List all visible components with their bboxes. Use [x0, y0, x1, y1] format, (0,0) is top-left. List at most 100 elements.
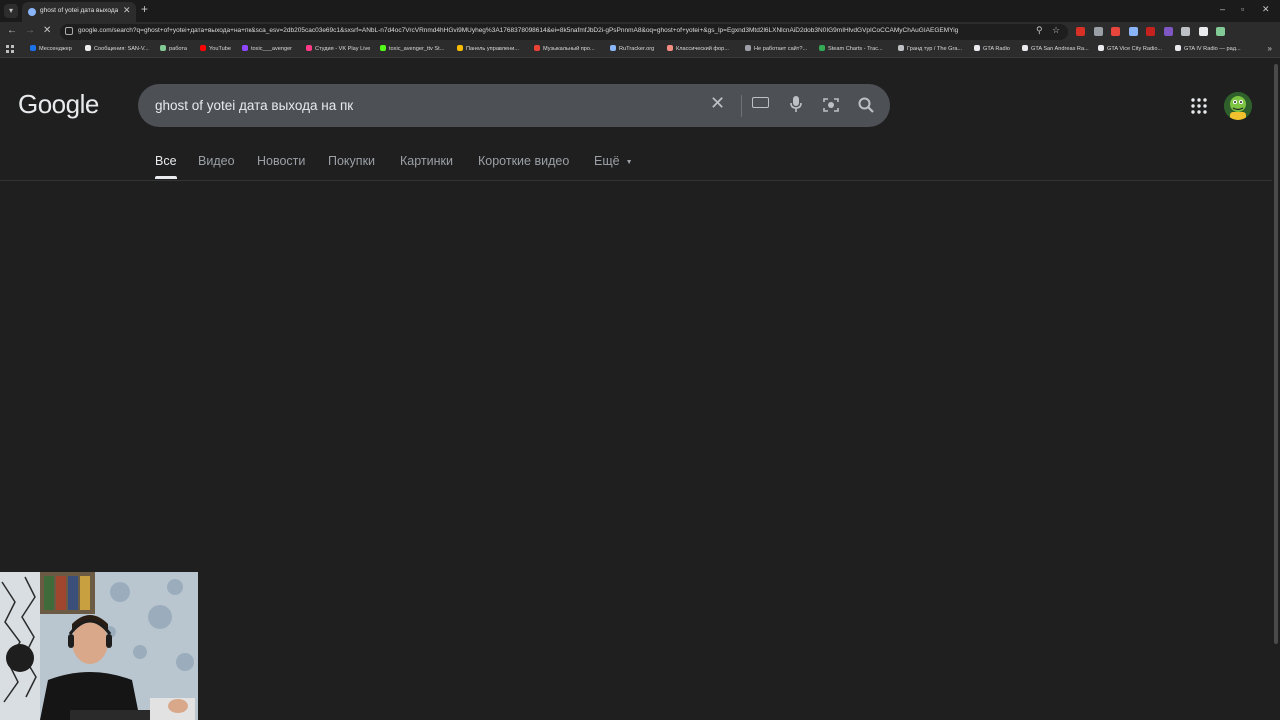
- tab-all[interactable]: Все: [155, 154, 177, 168]
- active-tab-indicator: [155, 176, 177, 179]
- webcam-image: [0, 572, 198, 720]
- search-input[interactable]: ghost of yotei дата выхода на пк: [155, 98, 353, 113]
- apps-grid-icon[interactable]: [6, 45, 14, 53]
- chevron-down-icon: ▼: [625, 159, 633, 166]
- lens-camera-icon[interactable]: [822, 96, 840, 114]
- tab-news[interactable]: Новости: [257, 154, 305, 168]
- bookmark-item[interactable]: Не работает сайт?...: [745, 45, 807, 52]
- bookmark-label: Гранд тур / The Gra...: [907, 46, 963, 52]
- bookmark-item[interactable]: RuTracker.org: [610, 45, 654, 52]
- bookmark-favicon-icon: [819, 45, 825, 51]
- bookmark-item[interactable]: GTA IV Radio — рад...: [1175, 45, 1241, 52]
- tab-short-videos[interactable]: Короткие видео: [478, 154, 569, 168]
- bookmark-item[interactable]: Музыкальный про...: [534, 45, 595, 52]
- scrollbar-thumb[interactable]: [1274, 64, 1278, 644]
- bookmark-favicon-icon: [610, 45, 616, 51]
- page-scrollbar[interactable]: [1272, 58, 1280, 720]
- account-avatar[interactable]: [1224, 92, 1252, 120]
- url-text[interactable]: google.com/search?q=ghost+of+yotei+дата+…: [78, 27, 1028, 34]
- bookmark-label: Steam Charts - Trac...: [828, 46, 883, 52]
- bookmark-item[interactable]: Steam Charts - Trac...: [819, 45, 883, 52]
- address-bar[interactable]: google.com/search?q=ghost+of+yotei+дата+…: [60, 24, 1068, 40]
- tab-close-icon[interactable]: ✕: [123, 5, 131, 16]
- tab-title: ghost of yotei дата выхода на: [40, 7, 118, 14]
- bookmark-favicon-icon: [745, 45, 751, 51]
- bookmark-label: Сообщения: SAN-V...: [94, 46, 149, 52]
- tab-images[interactable]: Картинки: [400, 154, 453, 168]
- extension-icon[interactable]: [1216, 27, 1225, 36]
- stop-loading-icon[interactable]: ✕: [43, 25, 51, 36]
- bookmark-star-icon[interactable]: ☆: [1052, 25, 1060, 36]
- extension-icon[interactable]: [1198, 27, 1208, 36]
- minimize-button[interactable]: –: [1220, 4, 1225, 14]
- site-info-icon[interactable]: [65, 27, 73, 35]
- extension-icon[interactable]: [1111, 27, 1120, 36]
- bookmark-favicon-icon: [974, 45, 980, 51]
- tab-shopping[interactable]: Покупки: [328, 154, 375, 168]
- bookmark-favicon-icon: [85, 45, 91, 51]
- bookmark-item[interactable]: toxic_avenger_ttv St...: [380, 45, 444, 52]
- window-close-button[interactable]: ✕: [1262, 4, 1270, 15]
- bookmark-item[interactable]: GTA Vice City Radio...: [1098, 45, 1162, 52]
- bookmark-label: Студия - VK Play Live: [315, 46, 371, 52]
- bookmark-label: toxic_avenger_ttv St...: [389, 46, 445, 52]
- new-tab-button[interactable]: +: [141, 2, 148, 16]
- search-box[interactable]: ghost of yotei дата выхода на пк ✕: [138, 84, 890, 127]
- bookmark-favicon-icon: [898, 45, 904, 51]
- search-icon[interactable]: [857, 96, 875, 114]
- google-logo[interactable]: Google: [18, 89, 99, 120]
- tab-search-button[interactable]: ▾: [4, 4, 18, 18]
- bookmark-item[interactable]: Сообщения: SAN-V...: [85, 45, 149, 52]
- extension-icon[interactable]: [1093, 27, 1103, 36]
- bookmark-item[interactable]: Мессенджер: [30, 45, 72, 52]
- google-favicon-icon: [28, 8, 36, 16]
- browser-tab-active[interactable]: ghost of yotei дата выхода на ✕: [22, 2, 136, 22]
- bookmark-favicon-icon: [160, 45, 166, 51]
- bookmark-label: YouTube: [209, 46, 231, 52]
- bookmark-item[interactable]: toxic___avenger: [242, 45, 292, 52]
- bookmark-favicon-icon: [30, 45, 36, 51]
- tab-video[interactable]: Видео: [198, 154, 235, 168]
- search-divider: [741, 95, 742, 117]
- maximize-button[interactable]: ▫: [1241, 4, 1244, 14]
- bookmark-favicon-icon: [242, 45, 248, 51]
- bookmarks-overflow-icon[interactable]: »: [1268, 44, 1272, 53]
- bookmark-item[interactable]: YouTube: [200, 45, 231, 52]
- bookmark-label: GTA IV Radio — рад...: [1184, 46, 1241, 52]
- bookmark-label: GTA Radio: [983, 46, 1010, 52]
- bookmark-favicon-icon: [380, 45, 386, 51]
- tab-strip: ▾ ghost of yotei дата выхода на ✕ + – ▫ …: [0, 0, 1280, 22]
- bookmark-favicon-icon: [1175, 45, 1181, 51]
- forward-arrow-icon[interactable]: →: [25, 25, 35, 36]
- bookmarks-bar: Мессенджер Сообщения: SAN-V... работа YouTu…: [0, 42, 1280, 58]
- extension-icon[interactable]: [1146, 27, 1155, 36]
- microphone-icon[interactable]: [789, 95, 803, 113]
- bookmark-favicon-icon: [200, 45, 206, 51]
- extension-icon[interactable]: [1128, 27, 1138, 36]
- bookmark-label: RuTracker.org: [619, 46, 655, 52]
- bookmark-favicon-icon: [1098, 45, 1104, 51]
- back-arrow-icon[interactable]: ←: [7, 25, 17, 36]
- bookmark-favicon-icon: [534, 45, 540, 51]
- bookmark-item[interactable]: Классический фор...: [667, 45, 729, 52]
- bookmark-favicon-icon: [306, 45, 312, 51]
- bookmark-label: Панель управлени...: [466, 46, 520, 52]
- bookmark-item[interactable]: Студия - VK Play Live: [306, 45, 370, 52]
- clear-icon[interactable]: ✕: [710, 93, 725, 114]
- bookmark-item[interactable]: GTA San Andreas Ra...: [1022, 45, 1089, 52]
- keyboard-icon[interactable]: [752, 97, 769, 108]
- google-apps-icon[interactable]: [1191, 98, 1207, 114]
- bookmark-item[interactable]: работа: [160, 45, 187, 52]
- zoom-icon[interactable]: ⚲: [1036, 25, 1043, 36]
- extension-icon[interactable]: [1181, 27, 1190, 36]
- webcam-overlay: [0, 572, 198, 720]
- bookmark-label: GTA Vice City Radio...: [1107, 46, 1163, 52]
- extension-icon[interactable]: [1163, 27, 1173, 36]
- bookmark-label: GTA San Andreas Ra...: [1031, 46, 1089, 52]
- bookmark-item[interactable]: Панель управлени...: [457, 45, 519, 52]
- bookmark-item[interactable]: GTA Radio: [974, 45, 1010, 52]
- tab-more[interactable]: Ещё ▼: [594, 154, 633, 168]
- bookmark-item[interactable]: Гранд тур / The Gra...: [898, 45, 962, 52]
- extension-icon[interactable]: [1076, 27, 1085, 36]
- tab-more-label: Ещё: [594, 154, 620, 168]
